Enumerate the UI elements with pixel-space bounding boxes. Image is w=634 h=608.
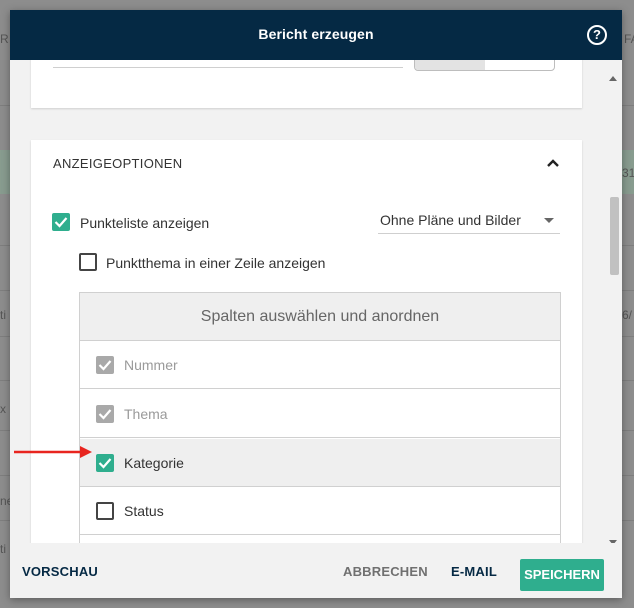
preview-button[interactable]: VORSCHAU — [22, 564, 98, 579]
column-label: Thema — [124, 406, 168, 422]
column-selector: Spalten auswählen und anordnen Nummer Th… — [79, 292, 561, 543]
bg-text-fragment: 31/ — [622, 166, 634, 180]
column-row-nummer[interactable]: Nummer — [80, 341, 560, 389]
column-label: Kategorie — [124, 455, 184, 471]
format-toggle[interactable] — [414, 60, 555, 71]
column-label: Status — [124, 503, 164, 519]
display-options-card: ANZEIGEOPTIONEN Punkteliste anzeigen Ohn… — [31, 140, 582, 543]
cancel-button[interactable]: ABBRECHEN — [343, 564, 428, 579]
image-option-value: Ohne Pläne und Bilder — [380, 212, 521, 228]
check-icon — [98, 409, 112, 420]
caret-down-icon — [544, 218, 554, 223]
dialog-header: Bericht erzeugen ? — [10, 10, 622, 60]
column-row-next[interactable] — [80, 535, 560, 543]
image-option-select[interactable]: Ohne Pläne und Bilder — [378, 204, 560, 234]
save-button[interactable]: SPEICHERN — [520, 559, 604, 591]
check-icon — [54, 217, 68, 228]
check-icon — [98, 458, 112, 469]
column-checkbox-thema — [96, 405, 114, 423]
dialog-body[interactable]: ANZEIGEOPTIONEN Punkteliste anzeigen Ohn… — [10, 60, 622, 543]
general-options-card — [31, 60, 582, 108]
scrollbar-thumb[interactable] — [610, 197, 619, 275]
column-checkbox-status[interactable] — [96, 502, 114, 520]
section-title: ANZEIGEOPTIONEN — [53, 156, 183, 171]
column-row-kategorie[interactable]: Kategorie — [80, 439, 560, 487]
name-field[interactable] — [53, 67, 403, 68]
show-points-label: Punkteliste anzeigen — [80, 215, 210, 231]
column-label: Nummer — [124, 357, 178, 373]
column-selector-heading: Spalten auswählen und anordnen — [80, 293, 560, 341]
bg-text-fragment: x — [0, 402, 6, 416]
email-button[interactable]: E-MAIL — [451, 564, 497, 579]
bg-text-fragment: ti — [0, 542, 6, 556]
help-icon[interactable]: ? — [587, 25, 607, 45]
toggle-segment-selected[interactable] — [415, 60, 485, 70]
single-line-label: Punktthema in einer Zeile anzeigen — [106, 255, 326, 271]
dialog-scrollbar[interactable] — [606, 60, 622, 543]
dialog-title: Bericht erzeugen — [258, 26, 374, 42]
chevron-up-icon[interactable] — [546, 156, 560, 170]
bg-text-fragment: FA — [624, 32, 634, 46]
column-checkbox-nummer — [96, 356, 114, 374]
bg-text-fragment: 6/ — [622, 308, 633, 322]
single-line-checkbox[interactable] — [79, 253, 97, 271]
dialog-footer: VORSCHAU ABBRECHEN E-MAIL SPEICHERN — [10, 543, 622, 598]
annotation-arrow-icon — [14, 446, 92, 458]
column-checkbox-kategorie[interactable] — [96, 454, 114, 472]
show-points-checkbox[interactable] — [52, 213, 70, 231]
bg-highlight-row — [0, 150, 10, 194]
bg-text-fragment: R — [0, 32, 9, 46]
report-dialog: Bericht erzeugen ? ANZEIGEOPTIONEN Punkt… — [10, 10, 622, 598]
check-icon — [98, 360, 112, 371]
column-row-status[interactable]: Status — [80, 487, 560, 535]
bg-text-fragment: ti — [0, 308, 6, 322]
scroll-up-icon[interactable] — [609, 76, 617, 81]
column-row-thema[interactable]: Thema — [80, 390, 560, 438]
